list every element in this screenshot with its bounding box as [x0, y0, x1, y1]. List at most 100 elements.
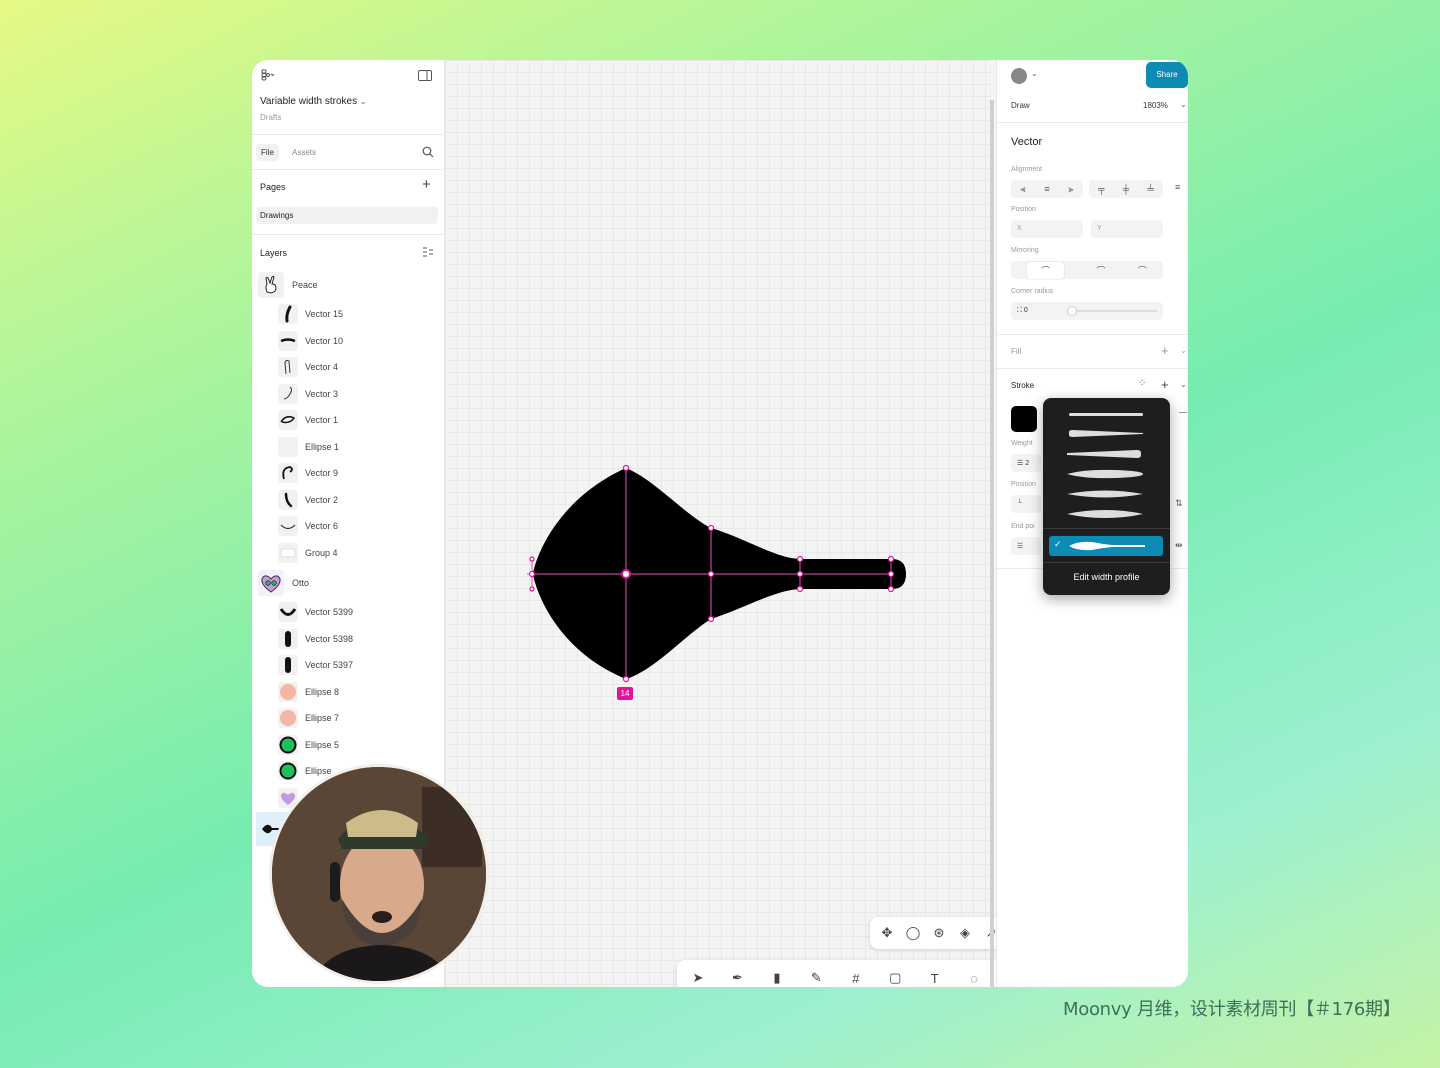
layer-vector-6[interactable]: Vector 6 — [278, 515, 438, 539]
share-button[interactable]: Share — [1146, 62, 1188, 88]
align-left-icon[interactable]: ⫷ — [1020, 184, 1025, 195]
layer-vector-9[interactable]: Vector 9 — [278, 462, 438, 486]
layer-name: Vector 2 — [305, 495, 339, 505]
layer-vector-3[interactable]: Vector 3 — [278, 383, 438, 407]
position-y-input[interactable]: Y — [1091, 220, 1163, 238]
layers-list-icon[interactable] — [422, 247, 434, 259]
width-profile-menu: ✓ Edit width profile — [1043, 398, 1170, 595]
chevron-down-icon[interactable]: ⌄ — [1180, 346, 1187, 355]
file-location: Drafts — [260, 113, 282, 122]
vector-thumbnail — [278, 304, 298, 324]
layer-vector-5398[interactable]: Vector 5398 — [278, 628, 438, 652]
slider-thumb[interactable] — [1067, 306, 1077, 316]
layer-ellipse-7[interactable]: Ellipse 7 — [278, 707, 438, 731]
move-tool-icon[interactable]: ➤ — [685, 965, 711, 987]
text-tool-icon[interactable]: T — [922, 965, 948, 987]
align-horizontal-group: ⫷ ≡ ⫸ — [1011, 180, 1083, 198]
layer-ellipse-1[interactable]: Ellipse 1 — [278, 436, 438, 460]
position-x-input[interactable]: X — [1011, 220, 1083, 238]
layer-group-peace[interactable]: Peace — [258, 272, 438, 300]
canvas-scrollbar[interactable] — [990, 100, 994, 987]
brush-icon[interactable]: ▮ — [764, 965, 790, 987]
weight-input[interactable]: ☰ 2 — [1011, 454, 1041, 472]
stroke-settings-icon[interactable]: ⇅ — [1175, 498, 1183, 509]
align-top-icon[interactable]: ╤ — [1098, 184, 1104, 194]
no-mirror-icon[interactable]: ⌒ — [1138, 264, 1147, 277]
pencil-icon[interactable]: ✎ — [803, 965, 829, 987]
chevron-down-icon[interactable]: ⌄ — [1180, 100, 1187, 109]
vector-thumbnail — [278, 463, 298, 483]
profile-option-bulge-center[interactable] — [1065, 487, 1145, 501]
chevron-down-icon[interactable]: ⌄ — [1180, 380, 1187, 389]
profile-option-bulge-start[interactable] — [1065, 467, 1145, 481]
layer-vector-5399[interactable]: Vector 5399 — [278, 601, 438, 625]
vector-thumbnail — [278, 629, 298, 649]
add-page-icon[interactable]: + — [422, 177, 431, 192]
layer-vector-1[interactable]: Vector 1 — [278, 409, 438, 433]
user-avatar[interactable] — [1011, 68, 1027, 84]
profile-option-pointed[interactable] — [1065, 507, 1145, 521]
stroke-color-swatch[interactable] — [1011, 406, 1037, 432]
align-right-icon[interactable]: ⫸ — [1068, 184, 1073, 195]
vector-thumbnail — [278, 516, 298, 536]
profile-option-custom-selected[interactable]: ✓ — [1049, 536, 1163, 556]
vector-thumbnail — [278, 331, 298, 351]
mirror-angle-icon[interactable]: ⌒ — [1096, 264, 1105, 277]
vector-thumbnail — [278, 410, 298, 430]
bend-tool-icon[interactable]: ✥ — [874, 920, 900, 946]
corner-radius-slider[interactable] — [1071, 310, 1157, 312]
tab-assets[interactable]: Assets — [292, 148, 316, 157]
layer-vector-2[interactable]: Vector 2 — [278, 489, 438, 513]
comment-tool-icon[interactable]: ◌ — [961, 965, 987, 987]
layer-vector-4[interactable]: Vector 4 — [278, 356, 438, 380]
add-stroke-icon[interactable]: + — [1161, 377, 1169, 392]
fill-heading: Fill — [1011, 347, 1022, 356]
shape-builder-icon[interactable]: ⊛ — [926, 920, 952, 946]
divider — [252, 134, 444, 135]
distribute-icon[interactable]: ≡ — [1175, 182, 1180, 192]
layer-ellipse-5[interactable]: Ellipse 5 — [278, 734, 438, 758]
file-title[interactable]: Variable width strokes ⌄ — [260, 96, 367, 107]
sidebar-toggle-icon[interactable] — [418, 70, 432, 83]
layer-group-otto[interactable]: Otto — [258, 570, 438, 598]
frame-tool-icon[interactable]: # — [843, 965, 869, 987]
layer-vector-10[interactable]: Vector 10 — [278, 330, 438, 354]
profile-option-taper-end[interactable] — [1065, 447, 1145, 461]
pen-nib-icon[interactable]: ✒ — [724, 965, 750, 987]
mirroring-segment: ⌒ ⌒ ⌒ — [1011, 261, 1163, 279]
mode-label: Draw — [1011, 101, 1030, 110]
page-item-drawings[interactable]: Drawings — [256, 207, 438, 224]
profile-option-taper-start[interactable] — [1065, 427, 1145, 441]
align-bottom-icon[interactable]: ╧ — [1147, 184, 1153, 194]
layer-group-4[interactable]: Group 4 — [278, 542, 438, 566]
align-center-icon[interactable]: ≡ — [1044, 184, 1049, 194]
layer-ellipse-8[interactable]: Ellipse 8 — [278, 681, 438, 705]
divider — [252, 234, 444, 235]
vector-shape-editor[interactable] — [445, 60, 991, 987]
rectangle-tool-icon[interactable]: ▢ — [882, 965, 908, 987]
selection-type: Vector — [1011, 136, 1043, 148]
design-canvas[interactable]: 14 ✥ ◯ ⊛ ◈ ↗ ⤨ ✕ ➤ ✒ ▮ ✎ # ▢ T ◌ ✦ ✍ ▤ ‹… — [445, 60, 1153, 987]
layer-name: Vector 6 — [305, 521, 339, 531]
remove-stroke-icon[interactable] — [1179, 412, 1187, 413]
align-middle-icon[interactable]: ╪ — [1123, 184, 1129, 194]
lasso-icon[interactable]: ◯ — [900, 920, 926, 946]
paint-bucket-icon[interactable]: ◈ — [952, 920, 978, 946]
tab-file[interactable]: File — [256, 144, 279, 161]
chevron-down-icon[interactable]: ⌄ — [1031, 69, 1038, 78]
add-fill-icon[interactable]: + — [1161, 343, 1169, 358]
search-icon[interactable] — [422, 146, 434, 160]
stroke-position-select[interactable]: └ — [1011, 495, 1041, 513]
edit-width-profile-button[interactable]: Edit width profile — [1043, 572, 1170, 582]
zoom-level[interactable]: 1803% — [1143, 101, 1168, 110]
figma-menu-icon[interactable] — [261, 69, 275, 84]
styles-grid-icon[interactable]: ⁘ — [1138, 378, 1146, 389]
layer-vector-15[interactable]: Vector 15 — [278, 303, 438, 327]
mirror-angle-length-icon[interactable]: ⌒ — [1027, 261, 1065, 279]
end-points-select[interactable]: ☰ — [1011, 537, 1041, 555]
flip-stroke-icon[interactable]: ⇹ — [1175, 540, 1183, 551]
selected-vertex — [621, 569, 631, 579]
profile-option-uniform[interactable] — [1065, 408, 1145, 422]
layer-vector-5397[interactable]: Vector 5397 — [278, 654, 438, 678]
vector-thumbnail — [278, 384, 298, 404]
